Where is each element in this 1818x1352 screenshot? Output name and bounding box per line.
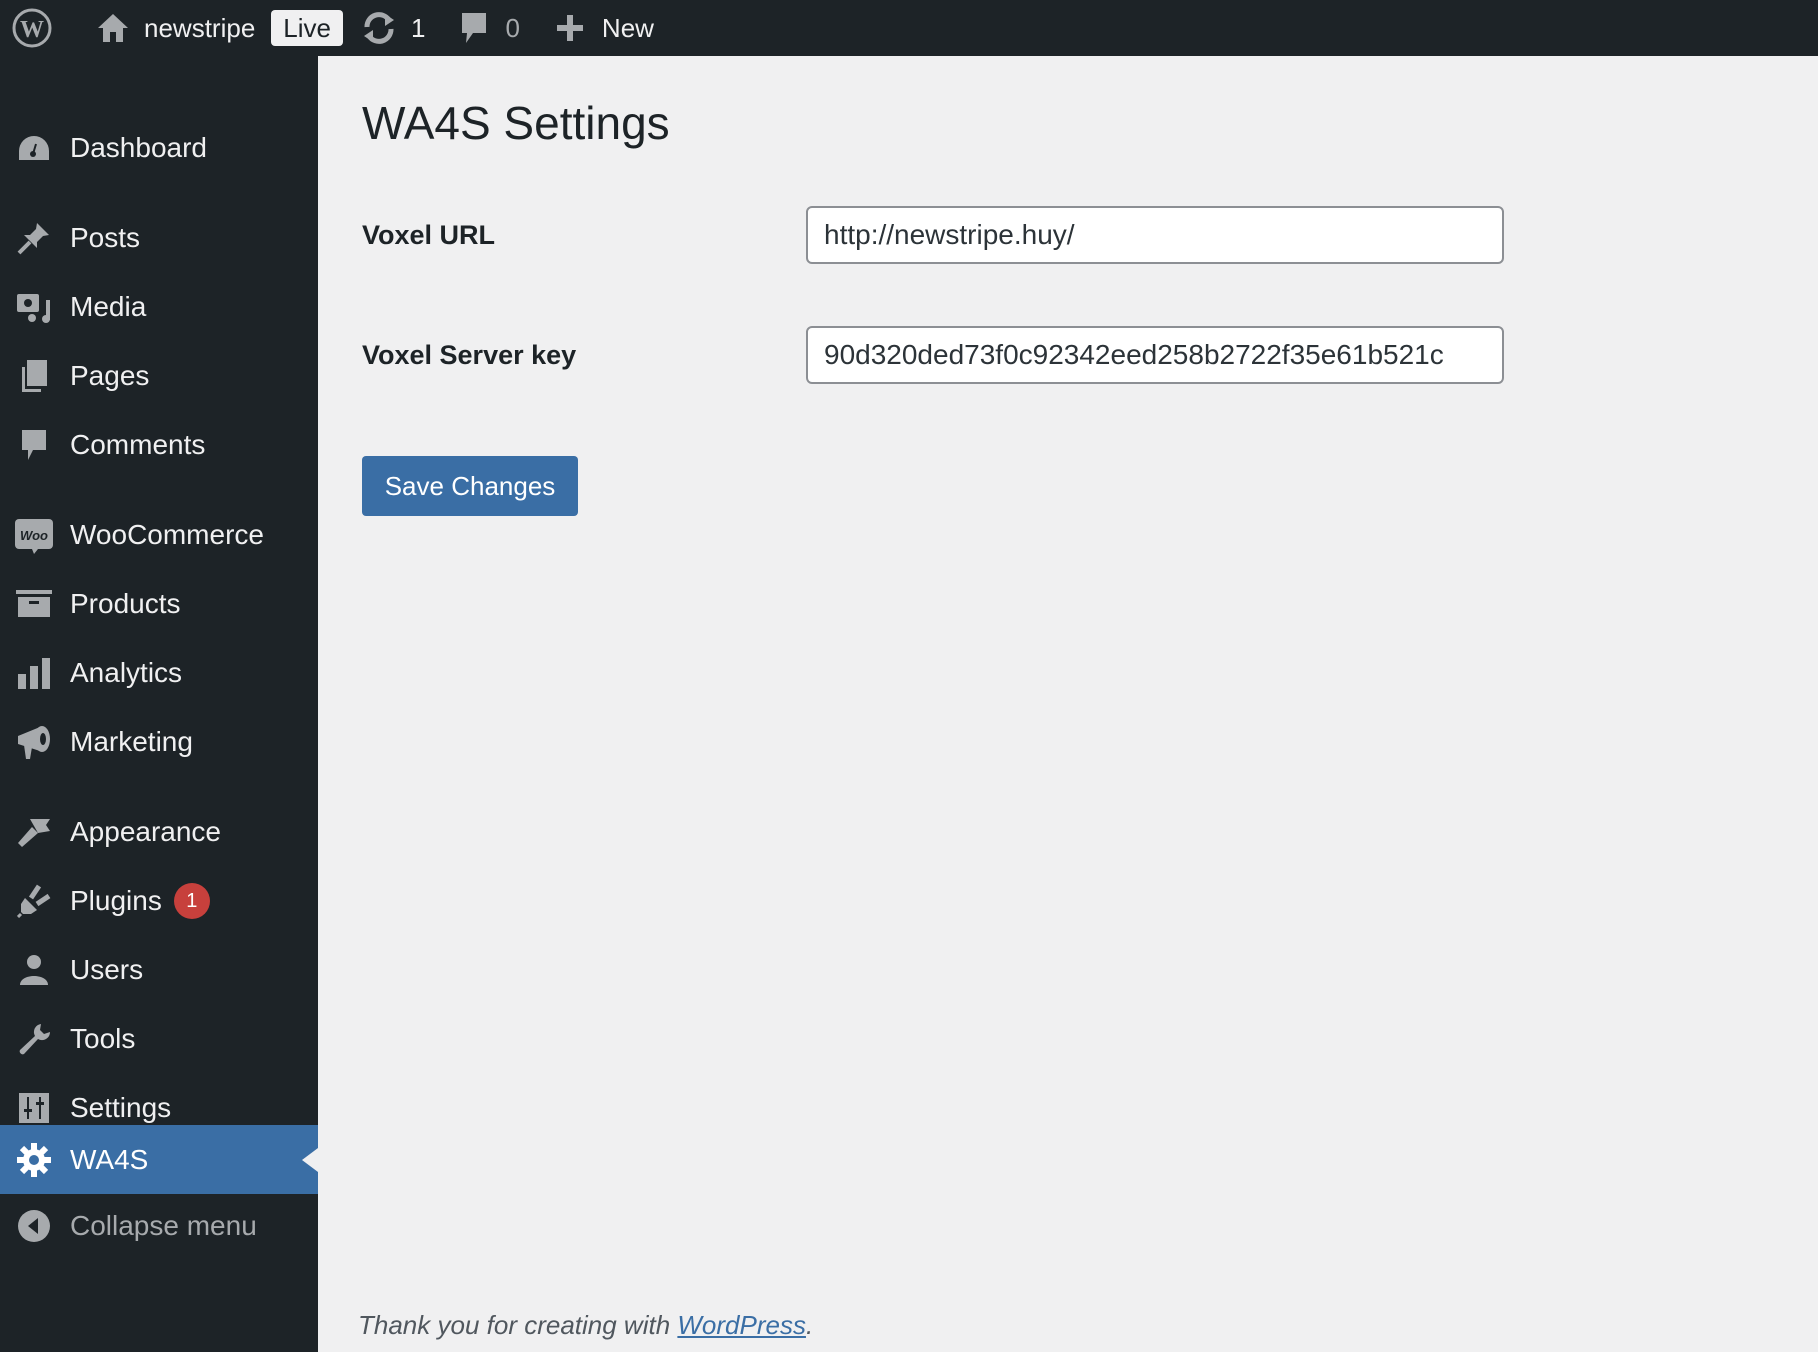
dashboard-icon xyxy=(14,128,54,168)
sidebar-item-label: Media xyxy=(70,291,147,322)
voxel-url-label: Voxel URL xyxy=(362,220,496,250)
sidebar-item-label: Comments xyxy=(70,429,206,460)
live-badge: Live xyxy=(271,10,343,46)
sidebar-item-products[interactable]: Products xyxy=(0,570,318,638)
sidebar-item-tools[interactable]: Tools xyxy=(0,1005,318,1073)
footer-text: Thank you for creating with xyxy=(358,1310,678,1340)
sidebar-item-label: WooCommerce xyxy=(70,519,264,550)
comments-link[interactable]: 0 xyxy=(459,0,520,56)
pages-icon xyxy=(14,356,54,396)
sidebar-item-label: Pages xyxy=(70,360,150,391)
sidebar-item-label: Settings xyxy=(70,1092,172,1123)
sidebar-item-pages[interactable]: Pages xyxy=(0,342,318,410)
page-title: WA4S Settings xyxy=(362,97,670,149)
collapse-menu-button[interactable]: Collapse menu xyxy=(0,1192,318,1260)
brush-icon xyxy=(14,812,54,852)
sidebar-item-label: Analytics xyxy=(70,657,183,688)
save-changes-button[interactable]: Save Changes xyxy=(362,456,578,516)
sidebar-item-plugins[interactable]: Plugins 1 xyxy=(0,867,318,935)
sidebar-item-appearance[interactable]: Appearance xyxy=(0,798,318,866)
wordpress-link[interactable]: WordPress xyxy=(677,1310,806,1340)
admin-bar: W newstripe Live 1 0 New xyxy=(0,0,1818,56)
svg-text:Woo: Woo xyxy=(20,528,48,543)
sidebar-item-marketing[interactable]: Marketing xyxy=(0,708,318,776)
sidebar-item-label: Posts xyxy=(70,222,141,253)
updates-icon xyxy=(361,11,397,45)
voxel-server-key-input[interactable] xyxy=(806,326,1504,384)
sidebar-item-label: Users xyxy=(70,954,144,985)
comments-count: 0 xyxy=(505,12,520,43)
sidebar-item-comments[interactable]: Comments xyxy=(0,411,318,479)
sidebar-item-label: WA4S xyxy=(70,1143,149,1175)
updates-count: 1 xyxy=(410,12,426,43)
sidebar-item-wa4s[interactable]: WA4S xyxy=(0,1125,318,1194)
megaphone-icon xyxy=(14,722,54,762)
admin-sidebar: Dashboard Posts Media Pages Comments Woo… xyxy=(0,56,318,1352)
sidebar-item-posts[interactable]: Posts xyxy=(0,204,318,272)
sidebar-item-users[interactable]: Users xyxy=(0,936,318,1004)
sidebar-item-dashboard[interactable]: Dashboard xyxy=(0,114,318,182)
collapse-icon xyxy=(14,1206,54,1246)
sidebar-item-label: Products xyxy=(70,588,181,619)
home-icon xyxy=(96,12,130,44)
voxel-server-key-label: Voxel Server key xyxy=(362,340,577,370)
bar-chart-icon xyxy=(14,653,54,693)
media-icon xyxy=(14,287,54,327)
plug-icon xyxy=(14,881,54,921)
new-label: New xyxy=(601,12,654,43)
user-icon xyxy=(14,950,54,990)
svg-text:W: W xyxy=(20,17,44,43)
wrench-icon xyxy=(14,1019,54,1059)
sidebar-item-label: Collapse menu xyxy=(70,1210,257,1241)
plugins-update-badge: 1 xyxy=(173,883,210,919)
updates-link[interactable]: 1 xyxy=(361,0,425,56)
new-content-link[interactable]: New xyxy=(556,0,654,56)
footer-credit: Thank you for creating with WordPress. xyxy=(358,1310,813,1341)
sliders-icon xyxy=(14,1088,54,1128)
wordpress-menu[interactable]: W xyxy=(12,0,52,56)
wordpress-logo-icon: W xyxy=(12,8,52,48)
sidebar-item-label: Plugins xyxy=(70,885,162,916)
voxel-url-input[interactable] xyxy=(806,206,1504,264)
plus-icon xyxy=(556,14,584,42)
sidebar-item-label: Dashboard xyxy=(70,132,207,163)
archive-icon xyxy=(14,584,54,624)
site-name-link[interactable]: newstripe Live xyxy=(96,0,343,56)
sidebar-item-label: Appearance xyxy=(70,816,222,847)
woo-icon: Woo xyxy=(14,515,54,555)
sidebar-item-label: Tools xyxy=(70,1023,136,1054)
sidebar-item-label: Marketing xyxy=(70,726,193,757)
pin-icon xyxy=(14,218,54,258)
comment-icon xyxy=(14,425,54,465)
sidebar-item-media[interactable]: Media xyxy=(0,273,318,341)
comment-icon xyxy=(459,11,489,45)
site-name: newstripe xyxy=(144,12,256,43)
sidebar-item-analytics[interactable]: Analytics xyxy=(0,639,318,707)
footer-period: . xyxy=(805,1310,814,1340)
gear-icon xyxy=(14,1140,54,1180)
sidebar-item-woocommerce[interactable]: Woo WooCommerce xyxy=(0,501,318,569)
